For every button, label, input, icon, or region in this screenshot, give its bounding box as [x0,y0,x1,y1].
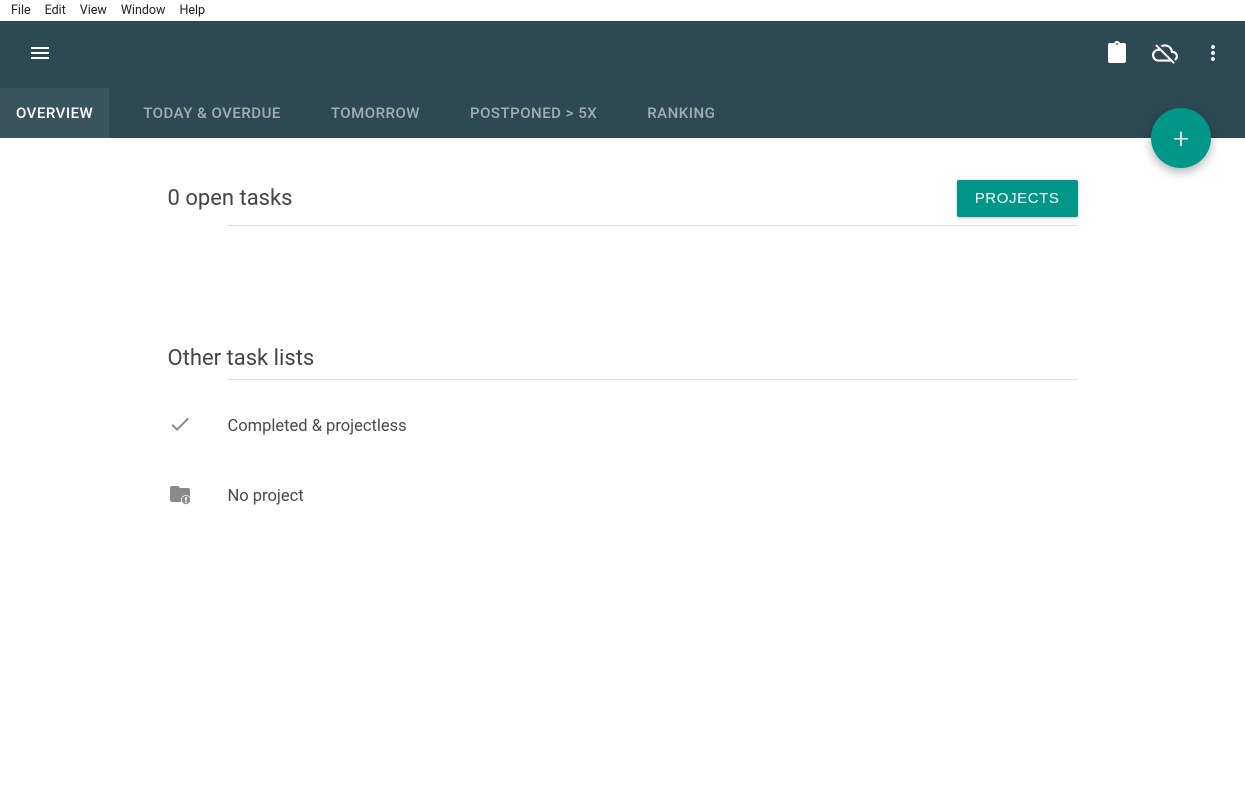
check-icon [168,412,192,440]
folder-alert-icon [168,482,192,510]
tabs: OVERVIEW TODAY & OVERDUE TOMORROW POSTPO… [0,88,1245,138]
more-button[interactable] [1189,31,1237,79]
menu-button[interactable] [16,31,64,79]
os-menu-edit[interactable]: Edit [38,1,73,20]
hamburger-icon [28,41,52,69]
add-fab[interactable]: + [1151,108,1211,168]
more-vert-icon [1201,41,1225,69]
plus-icon: + [1173,122,1189,155]
os-menu-help[interactable]: Help [172,1,212,20]
os-menu-window[interactable]: Window [114,1,173,20]
other-task-lists-heading: Other task lists [168,346,1078,371]
open-tasks-heading: 0 open tasks [168,186,293,211]
os-menu-file[interactable]: File [4,1,38,20]
list-item-completed[interactable]: Completed & projectless [168,400,1078,452]
tab-postponed[interactable]: POSTPONED > 5X [454,88,613,138]
list-item-no-project[interactable]: No project [168,470,1078,522]
app-header: OVERVIEW TODAY & OVERDUE TOMORROW POSTPO… [0,21,1245,138]
projects-button[interactable]: PROJECTS [957,180,1078,217]
os-menu-view[interactable]: View [73,1,114,20]
list-item-label: No project [228,487,304,506]
divider [228,225,1078,226]
clipboard-icon [1105,41,1129,69]
tab-ranking[interactable]: RANKING [631,88,731,138]
tab-overview[interactable]: OVERVIEW [0,88,109,138]
os-menu-bar: File Edit View Window Help [0,0,1245,21]
divider [228,379,1078,380]
tab-today-overdue[interactable]: TODAY & OVERDUE [127,88,297,138]
cloud-off-icon [1152,40,1178,70]
cloud-off-button[interactable] [1141,31,1189,79]
main-content: 0 open tasks PROJECTS Other task lists [168,138,1078,522]
list-item-label: Completed & projectless [228,417,407,436]
clipboard-button[interactable] [1093,31,1141,79]
scroll-area[interactable]: OVERVIEW TODAY & OVERDUE TOMORROW POSTPO… [0,21,1245,800]
tab-tomorrow[interactable]: TOMORROW [315,88,436,138]
